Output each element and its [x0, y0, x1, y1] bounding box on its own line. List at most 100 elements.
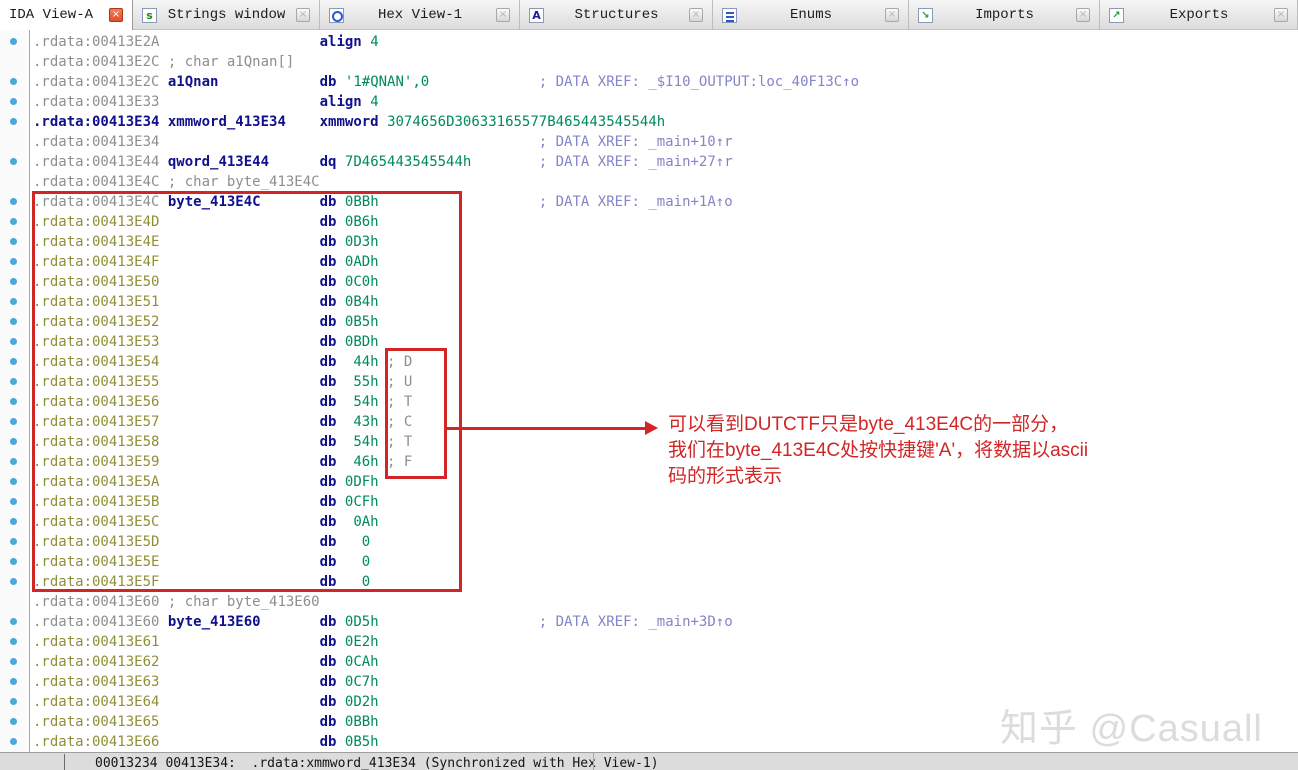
close-icon[interactable]: ×	[296, 8, 310, 22]
address: .rdata:00413E34	[33, 134, 160, 150]
linemark-dot	[10, 158, 17, 165]
operand-value: '1#QNAN',0	[344, 74, 430, 90]
label[interactable]: qword_413E44	[168, 154, 269, 170]
linemark-dot	[10, 678, 17, 685]
mnemonic: db	[319, 714, 337, 730]
linemark-dot	[10, 198, 17, 205]
listing-line[interactable]: .rdata:00413E33 align 4	[33, 92, 379, 112]
address: .rdata:00413E2C	[33, 74, 160, 90]
xref-comment[interactable]: ; DATA XREF: _main+1A↑o	[539, 194, 733, 210]
xref-comment[interactable]: ; DATA XREF: _main+27↑r	[539, 154, 733, 170]
status-divider	[593, 753, 594, 770]
listing-line[interactable]: .rdata:00413E61 db 0E2h	[33, 632, 379, 652]
address: .rdata:00413E65	[33, 714, 160, 730]
mnemonic: dq	[319, 154, 337, 170]
tab-label: IDA View-A	[9, 7, 94, 23]
address: .rdata:00413E61	[33, 634, 160, 650]
operand-value: 0C7h	[344, 674, 379, 690]
xref-comment[interactable]: ; DATA XREF: _main+10↑r	[539, 134, 733, 150]
operand-value: 0BBh	[344, 714, 379, 730]
linemark-dot	[10, 398, 17, 405]
listing-line[interactable]: .rdata:00413E66 db 0B5h	[33, 732, 379, 752]
address: .rdata:00413E63	[33, 674, 160, 690]
linemark-dot	[10, 218, 17, 225]
close-icon[interactable]: ×	[496, 8, 510, 22]
tab-hex-view-1[interactable]: Hex View-1 ×	[320, 0, 520, 30]
mnemonic: db	[319, 674, 337, 690]
comment: ; char a1Qnan[]	[167, 54, 295, 70]
tab-strings-window[interactable]: s Strings window ×	[133, 0, 320, 30]
linemark-dot	[10, 558, 17, 565]
linemark-dot	[10, 698, 17, 705]
exports-icon: ↗	[1109, 7, 1124, 23]
tab-structures[interactable]: A Structures ×	[520, 0, 713, 30]
operand-value: 0D2h	[344, 694, 379, 710]
tab-exports[interactable]: ↗ Exports ×	[1100, 0, 1298, 30]
listing-line[interactable]: .rdata:00413E62 db 0CAh	[33, 652, 379, 672]
linemark-dot	[10, 458, 17, 465]
tab-label: Enums	[789, 7, 832, 23]
linemark-dot	[10, 98, 17, 105]
annotation-box-inner	[385, 348, 447, 479]
listing-line[interactable]: .rdata:00413E60 ; char byte_413E60	[33, 592, 320, 612]
close-icon[interactable]: ×	[109, 8, 123, 22]
linemark-dot	[10, 278, 17, 285]
listing-line[interactable]: .rdata:00413E34 ; DATA XREF: _main+10↑r	[33, 132, 733, 152]
address: .rdata:00413E44	[33, 154, 160, 170]
annotation-note-line: 我们在byte_413E4C处按快捷键'A'，将数据以ascii	[668, 440, 1089, 461]
listing-line[interactable]: .rdata:00413E64 db 0D2h	[33, 692, 379, 712]
status-bar: 00013234 00413E34: .rdata:xmmword_413E34…	[0, 752, 1298, 770]
strings-icon: s	[142, 7, 157, 23]
linemark-dot	[10, 538, 17, 545]
close-icon[interactable]: ×	[1076, 8, 1090, 22]
address: .rdata:00413E60	[33, 614, 160, 630]
tab-label: Hex View-1	[377, 7, 462, 23]
navigation-gutter	[0, 30, 30, 752]
enums-icon	[722, 7, 737, 23]
listing-line[interactable]: .rdata:00413E34 xmmword_413E34 xmmword 3…	[33, 112, 665, 132]
linemark-dot	[10, 478, 17, 485]
tab-label: Imports	[975, 7, 1034, 23]
operand-value: 4	[370, 94, 379, 110]
listing-line[interactable]: .rdata:00413E4C ; char byte_413E4C	[33, 172, 320, 192]
listing-line[interactable]: .rdata:00413E2C a1Qnan db '1#QNAN',0 ; D…	[33, 72, 859, 92]
mnemonic: db	[319, 634, 337, 650]
tab-imports[interactable]: ↘ Imports ×	[909, 0, 1100, 30]
operand-value: 4	[370, 34, 379, 50]
label[interactable]: xmmword_413E34	[168, 114, 286, 130]
tab-ida-view-a[interactable]: IDA View-A ×	[0, 0, 133, 30]
mnemonic: xmmword	[319, 114, 379, 130]
operand-value: 0CAh	[344, 654, 379, 670]
listing-line[interactable]: .rdata:00413E60 byte_413E60 db 0D5h ; DA…	[33, 612, 733, 632]
close-icon[interactable]: ×	[689, 8, 703, 22]
listing-line[interactable]: .rdata:00413E2C ; char a1Qnan[]	[33, 52, 294, 72]
label[interactable]: a1Qnan	[168, 74, 219, 90]
tab-label: Exports	[1169, 7, 1229, 23]
listing-line[interactable]: .rdata:00413E2A align 4	[33, 32, 379, 52]
annotation-note-line: 码的形式表示	[668, 466, 783, 487]
address: .rdata:00413E66	[33, 734, 160, 750]
linemark-dot	[10, 438, 17, 445]
mnemonic: db	[319, 614, 337, 630]
linemark-dot	[10, 38, 17, 45]
tab-enums[interactable]: Enums ×	[713, 0, 909, 30]
xref-comment[interactable]: ; DATA XREF: _$I10_OUTPUT:loc_40F13C↑o	[539, 74, 859, 90]
address: .rdata:00413E2A	[33, 34, 160, 50]
address: .rdata:00413E4C	[33, 174, 160, 190]
operand-value: 0E2h	[344, 634, 379, 650]
address: .rdata:00413E64	[33, 694, 160, 710]
address: .rdata:00413E60	[33, 594, 160, 610]
tab-label: Structures	[574, 7, 659, 23]
listing-line[interactable]: .rdata:00413E44 qword_413E44 dq 7D465443…	[33, 152, 733, 172]
listing-line[interactable]: .rdata:00413E63 db 0C7h	[33, 672, 379, 692]
operand-value: 0D5h	[344, 614, 379, 630]
close-icon[interactable]: ×	[885, 8, 899, 22]
linemark-dot	[10, 338, 17, 345]
linemark-dot	[10, 238, 17, 245]
listing-line[interactable]: .rdata:00413E65 db 0BBh	[33, 712, 379, 732]
xref-comment[interactable]: ; DATA XREF: _main+3D↑o	[539, 614, 733, 630]
mnemonic: db	[319, 734, 337, 750]
operand-value: 7D465443545544h	[344, 154, 472, 170]
label[interactable]: byte_413E60	[168, 614, 261, 630]
close-icon[interactable]: ×	[1274, 8, 1288, 22]
